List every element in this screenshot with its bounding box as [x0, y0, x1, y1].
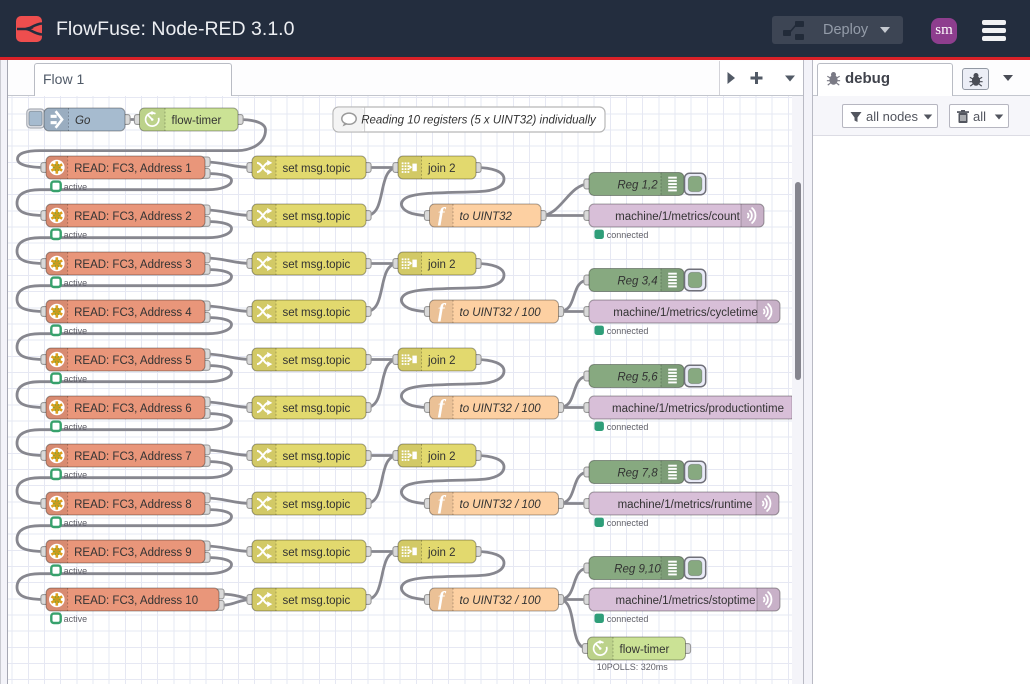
svg-text:READ: FC3, Address 8: READ: FC3, Address 8 — [74, 499, 192, 511]
svg-text:join 2: join 2 — [427, 547, 456, 559]
svg-text:to UINT32 / 100: to UINT32 / 100 — [460, 403, 542, 415]
svg-text:READ: FC3, Address 6: READ: FC3, Address 6 — [74, 403, 192, 415]
svg-text:set msg.topic: set msg.topic — [283, 499, 351, 511]
svg-text:to UINT32 / 100: to UINT32 / 100 — [460, 307, 542, 319]
svg-text:Go: Go — [75, 115, 91, 127]
svg-text:set msg.topic: set msg.topic — [283, 595, 351, 607]
svg-text:connected: connected — [607, 518, 649, 528]
svg-text:connected: connected — [607, 614, 649, 624]
svg-text:to UINT32: to UINT32 — [460, 211, 513, 223]
svg-text:connected: connected — [607, 326, 649, 336]
svg-text:Reading 10 registers (5 x UINT: Reading 10 registers (5 x UINT32) indivi… — [361, 115, 597, 127]
svg-text:active: active — [64, 614, 88, 624]
svg-text:join 2: join 2 — [427, 451, 456, 463]
svg-text:connected: connected — [607, 230, 649, 240]
svg-text:set msg.topic: set msg.topic — [283, 355, 351, 367]
svg-text:active: active — [64, 182, 88, 192]
svg-text:READ: FC3, Address 4: READ: FC3, Address 4 — [74, 307, 192, 319]
svg-text:machine/1/metrics/count: machine/1/metrics/count — [615, 211, 740, 223]
svg-text:READ: FC3, Address 9: READ: FC3, Address 9 — [74, 547, 192, 559]
svg-text:set msg.topic: set msg.topic — [283, 547, 351, 559]
svg-text:join 2: join 2 — [427, 259, 456, 271]
svg-text:READ: FC3, Address 3: READ: FC3, Address 3 — [74, 259, 192, 271]
svg-text:flow-timer: flow-timer — [620, 644, 670, 656]
svg-text:flow-timer: flow-timer — [172, 115, 222, 127]
svg-text:10POLLS: 320ms: 10POLLS: 320ms — [597, 662, 669, 672]
svg-text:machine/1/metrics/cycletime: machine/1/metrics/cycletime — [613, 307, 757, 319]
svg-text:active: active — [64, 470, 88, 480]
svg-text:machine/1/metrics/productionti: machine/1/metrics/productiontime — [612, 403, 784, 415]
svg-text:Reg 1,2: Reg 1,2 — [617, 179, 658, 191]
svg-text:join 2: join 2 — [427, 163, 456, 175]
svg-text:machine/1/metrics/runtime: machine/1/metrics/runtime — [618, 499, 753, 511]
svg-text:to UINT32 / 100: to UINT32 / 100 — [460, 499, 542, 511]
svg-text:active: active — [64, 374, 88, 384]
svg-text:set msg.topic: set msg.topic — [283, 307, 351, 319]
svg-text:READ: FC3, Address 5: READ: FC3, Address 5 — [74, 355, 192, 367]
svg-text:Reg 5,6: Reg 5,6 — [617, 371, 658, 383]
svg-text:connected: connected — [607, 422, 649, 432]
svg-text:set msg.topic: set msg.topic — [283, 451, 351, 463]
svg-text:set msg.topic: set msg.topic — [283, 163, 351, 175]
svg-text:Reg 3,4: Reg 3,4 — [617, 275, 657, 287]
svg-text:READ: FC3, Address 7: READ: FC3, Address 7 — [74, 451, 192, 463]
svg-text:active: active — [64, 326, 88, 336]
svg-text:active: active — [64, 230, 88, 240]
svg-text:set msg.topic: set msg.topic — [283, 259, 351, 271]
svg-text:READ: FC3, Address 1: READ: FC3, Address 1 — [74, 163, 192, 175]
svg-text:active: active — [64, 422, 88, 432]
svg-text:set msg.topic: set msg.topic — [283, 211, 351, 223]
svg-text:to UINT32 / 100: to UINT32 / 100 — [460, 595, 542, 607]
svg-text:machine/1/metrics/stoptime: machine/1/metrics/stoptime — [616, 595, 756, 607]
svg-text:active: active — [64, 566, 88, 576]
svg-text:Reg 9,10: Reg 9,10 — [614, 564, 661, 576]
svg-text:active: active — [64, 278, 88, 288]
svg-text:Reg 7,8: Reg 7,8 — [617, 467, 658, 479]
svg-text:join 2: join 2 — [427, 355, 456, 367]
svg-text:active: active — [64, 518, 88, 528]
svg-text:READ: FC3, Address 10: READ: FC3, Address 10 — [74, 595, 198, 607]
svg-text:set msg.topic: set msg.topic — [283, 403, 351, 415]
svg-text:READ: FC3, Address 2: READ: FC3, Address 2 — [74, 211, 192, 223]
